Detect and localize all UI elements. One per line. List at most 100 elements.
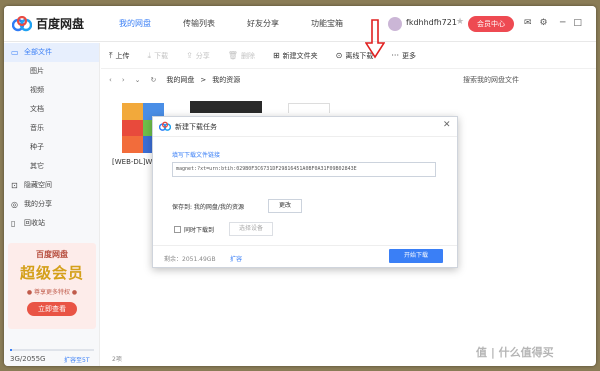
promo-headline: 超级会员 [19, 264, 84, 282]
nav-my-disk[interactable]: 我的网盘 [108, 6, 162, 42]
logo: 百度网盘 [12, 15, 84, 32]
close-icon[interactable]: ✕ [443, 120, 451, 130]
sidebar-item-label: 全部文件 [24, 48, 52, 56]
link-label: 填写下载文件链接 [172, 152, 221, 159]
top-icons: ✉ ⚙ [524, 18, 548, 28]
baidu-cloud-logo-icon [159, 121, 171, 131]
trash-icon: ▯ [11, 219, 16, 228]
promo-subtitle: ● 尊享更多特权 ● [26, 289, 78, 296]
new-folder-icon: ⊞ [272, 51, 280, 60]
toolbar-button[interactable]: ⤒ 上传 [109, 51, 130, 61]
new-download-dialog: 新建下载任务 ✕ 填写下载文件链接 magnet:?xt=urn:btih:02… [152, 116, 458, 268]
file-name[interactable]: [WEB-DL]W [112, 158, 152, 166]
toolbar-button[interactable]: ··· 更多 [391, 51, 416, 61]
search-input[interactable]: 搜索我的网盘文件 [463, 75, 519, 85]
username[interactable]: fkdhhdfh721 [406, 18, 457, 27]
item-count: 2项 [112, 356, 122, 363]
start-download-button[interactable]: 开始下载 [389, 249, 443, 263]
avatar[interactable] [388, 17, 402, 31]
more-icon: ··· [391, 51, 399, 60]
watermark: 值 | 什么值得买 [476, 346, 554, 359]
remaining-space: 剩余：2051.49GB [164, 256, 216, 263]
expand-link[interactable]: 扩容 [230, 254, 242, 263]
dialog-title: 新建下载任务 [175, 123, 217, 131]
file-thumbnail-doc[interactable] [288, 103, 330, 113]
sidebar-item[interactable]: 种子 [4, 138, 99, 157]
toolbar-button[interactable]: ⤓ 下载 [148, 51, 169, 61]
gear-icon[interactable]: ⚙ [540, 18, 548, 28]
app-name: 百度网盘 [36, 17, 85, 31]
breadcrumb-current[interactable]: 我的资源 [212, 75, 240, 85]
sidebar-item-label: 种子 [30, 143, 44, 151]
promo-title: 百度网盘 [36, 250, 68, 259]
select-device-button[interactable]: 选择设备 [229, 222, 273, 236]
download-icon: ⤓ [147, 50, 152, 60]
share-icon: ⇪ [186, 51, 193, 60]
sidebar-item[interactable]: 音乐 [4, 119, 99, 138]
dropdown-icon[interactable]: ⌄ [135, 76, 141, 84]
toolbar-button-label: 新建文件夹 [282, 51, 318, 60]
maximize-icon[interactable]: □ [573, 18, 582, 28]
main-nav: 我的网盘 传输列表 好友分享 功能宝箱 [108, 6, 364, 42]
promo-view-button[interactable]: 立即查看 [27, 302, 77, 316]
mail-icon[interactable]: ✉ [524, 18, 532, 28]
trash-icon: 🗑 [227, 51, 238, 60]
top-bar: 百度网盘 我的网盘 传输列表 好友分享 功能宝箱 fkdhhdfh721 ★ 会… [4, 6, 596, 42]
sidebar-item[interactable]: ▯ 回收站 [4, 214, 99, 233]
magnet-link-input[interactable]: magnet:?xt=urn:btih:029B0F3C6731DF298164… [172, 162, 436, 177]
app-window: 百度网盘 我的网盘 传输列表 好友分享 功能宝箱 fkdhhdfh721 ★ 会… [4, 6, 596, 366]
sidebar-item[interactable]: ▭ 全部文件 [4, 43, 99, 62]
sidebar-item[interactable]: ⊡ 隐藏空间 [4, 176, 99, 195]
sidebar-item[interactable]: ◎ 我的分享 [4, 195, 99, 214]
sidebar-item-label: 回收站 [24, 219, 45, 227]
sync-download-label: 同时下载到 [184, 227, 215, 234]
toolbar: ⤒ 上传 ⤓ 下载 ⇪ 分享 🗑 删除 ⊞ 新建文件夹 ⊙ 离线下载 ··· 更多 [101, 43, 596, 69]
back-icon[interactable]: ‹ [109, 76, 112, 84]
toolbar-button[interactable]: ⇪ 分享 [186, 51, 210, 61]
toolbar-button-label: 删除 [240, 51, 255, 60]
minimize-icon[interactable]: ─ [560, 18, 565, 28]
toolbar-button[interactable]: 🗑 删除 [228, 51, 255, 61]
dialog-divider [153, 245, 457, 246]
sidebar: ▭ 全部文件图片视频文档音乐种子其它 ⊡ 隐藏空间 ◎ 我的分享 ▯ 回收站 百度网盘 超级会… [4, 43, 100, 366]
file-thumbnail-video[interactable] [190, 101, 262, 113]
forward-icon[interactable]: › [122, 76, 125, 84]
sidebar-item[interactable]: 文档 [4, 100, 99, 119]
dialog-header: 新建下载任务 ✕ [153, 117, 457, 137]
toolbar-button-label: 更多 [402, 51, 416, 60]
lock-icon: ⊡ [11, 181, 18, 190]
sidebar-item[interactable]: 图片 [4, 62, 99, 81]
sidebar-item-label: 隐藏空间 [24, 181, 52, 189]
sidebar-item[interactable]: 其它 [4, 157, 99, 176]
toolbar-button-label: 分享 [195, 51, 210, 60]
save-path-text: 保存到: 我的网盘/我的资源 [172, 204, 244, 211]
nav-transfer-list[interactable]: 传输列表 [172, 6, 226, 42]
refresh-icon[interactable]: ↻ [151, 76, 157, 84]
sidebar-item-label: 音乐 [30, 124, 44, 132]
upload-icon: ⤒ [109, 50, 113, 60]
sidebar-item-label: 文档 [30, 105, 44, 113]
folder-icon: ▭ [11, 48, 19, 57]
quota-expand-link[interactable]: 扩容至5T [64, 355, 89, 364]
quota-fill [10, 349, 12, 351]
toolbar-button-label: 下载 [154, 51, 169, 60]
sidebar-item-label: 我的分享 [24, 200, 52, 208]
path-bar: ‹ › ⌄ ↻ 我的网盘 > 我的资源 搜索我的网盘文件 [101, 70, 596, 90]
sidebar-item[interactable]: 视频 [4, 81, 99, 100]
baidu-cloud-logo-icon [12, 15, 32, 31]
nav-toolbox[interactable]: 功能宝箱 [300, 6, 354, 42]
sync-download-checkbox[interactable] [174, 226, 181, 233]
breadcrumb-root[interactable]: 我的网盘 [166, 75, 194, 85]
toolbar-button[interactable]: ⊞ 新建文件夹 [273, 51, 318, 61]
breadcrumb-separator: > [200, 76, 207, 84]
sidebar-item-label: 视频 [30, 86, 44, 94]
vip-center-button[interactable]: 会员中心 [468, 16, 514, 32]
share-icon: ◎ [11, 200, 18, 209]
sidebar-list: ▭ 全部文件图片视频文档音乐种子其它 ⊡ 隐藏空间 ◎ 我的分享 ▯ 回收站 [4, 43, 99, 233]
change-path-button[interactable]: 更改 [268, 199, 302, 213]
quota-text: 3G/2055G [10, 355, 46, 363]
vip-promo-banner[interactable]: 百度网盘 超级会员 ● 尊享更多特权 ● 立即查看 [8, 243, 96, 329]
nav-friend-share[interactable]: 好友分享 [236, 6, 290, 42]
toolbar-button-label: 上传 [115, 51, 130, 60]
sidebar-item-label: 其它 [30, 162, 44, 170]
